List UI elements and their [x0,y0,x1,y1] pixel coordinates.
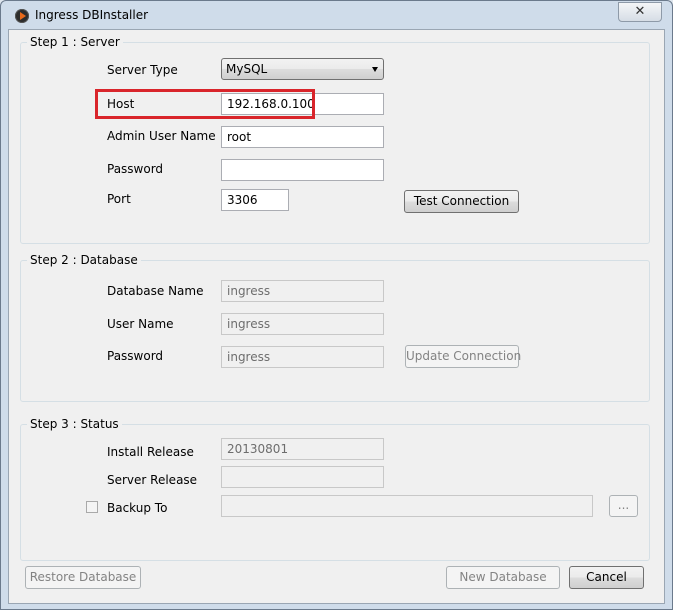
admin-user-label: Admin User Name [107,129,216,143]
new-database-button[interactable]: New Database [446,566,560,589]
title-bar[interactable]: Ingress DBInstaller ✕ [1,1,673,31]
step1-legend: Step 1 : Server [27,35,123,49]
install-release-field: 20130801 [221,438,384,460]
host-highlight-box [95,89,315,119]
server-type-label: Server Type [107,63,178,77]
admin-user-input[interactable]: root [221,126,384,148]
db-user-name-label: User Name [107,317,174,331]
port-label: Port [107,192,131,206]
close-button[interactable]: ✕ [618,2,662,22]
cancel-button[interactable]: Cancel [569,566,644,589]
chevron-down-icon [372,67,378,72]
db-name-input[interactable]: ingress [221,280,384,302]
app-icon [15,9,29,23]
db-user-name-input[interactable]: ingress [221,313,384,335]
restore-database-button[interactable]: Restore Database [25,566,141,589]
password-label: Password [107,162,164,176]
db-password-label: Password [107,349,164,363]
backup-to-label: Backup To [107,501,168,515]
step2-legend: Step 2 : Database [27,253,141,267]
close-icon: ✕ [634,4,646,19]
backup-to-checkbox[interactable] [86,501,98,513]
install-release-label: Install Release [107,445,194,459]
server-type-value: MySQL [226,62,268,76]
server-type-select[interactable]: MySQL [221,58,384,80]
port-input[interactable]: 3306 [221,189,289,211]
db-name-label: Database Name [107,284,204,298]
server-release-field [221,466,384,488]
update-connection-button[interactable]: Update Connection [405,345,521,368]
window-title: Ingress DBInstaller [35,8,149,22]
browse-button[interactable]: ... [609,495,638,517]
backup-path-input[interactable] [221,495,593,517]
server-release-label: Server Release [107,473,198,487]
password-input[interactable] [221,159,384,181]
step3-legend: Step 3 : Status [27,417,122,431]
db-password-input[interactable]: ingress [221,346,384,368]
test-connection-button[interactable]: Test Connection [404,190,519,213]
